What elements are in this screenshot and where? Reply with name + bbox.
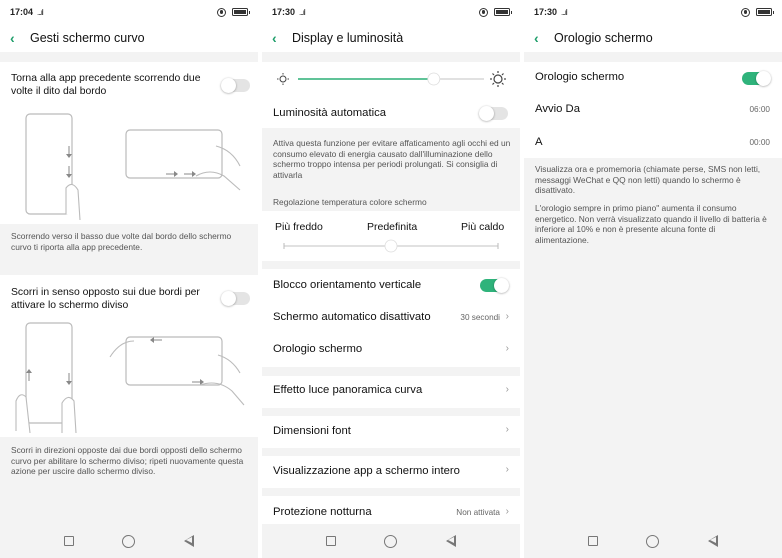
chevron-right-icon: › — [505, 311, 509, 322]
gesture-split-label: Scorri in senso opposto sui due bordi pe… — [11, 287, 200, 311]
auto-screen-off-row[interactable]: Schermo automatico disattivato 30 second… — [262, 303, 520, 335]
battery-icon — [232, 8, 250, 16]
status-bar: 17:30 ...ıl — [524, 0, 782, 24]
app-header: ‹ Orologio schermo — [524, 24, 782, 52]
battery-icon — [756, 8, 774, 16]
circle-icon[interactable] — [122, 534, 136, 548]
start-time-label: Avvio Da — [535, 103, 580, 115]
status-time: 17:30 — [534, 7, 558, 17]
chevron-left-icon[interactable]: ‹ — [272, 30, 290, 46]
row-value: Non attivata — [456, 508, 500, 517]
page-title: Gesti schermo curvo — [30, 31, 145, 45]
signal-icon: ...ıl — [299, 7, 306, 17]
start-time-row[interactable]: Avvio Da 06:00 — [524, 95, 782, 127]
triangle-back-icon[interactable] — [183, 535, 194, 547]
app-header: ‹ Gesti schermo curvo — [0, 24, 258, 52]
chevron-right-icon: › — [505, 343, 509, 354]
gesture-back-description: Scorrendo verso il basso due volte dal b… — [11, 231, 232, 252]
triangle-back-icon[interactable] — [445, 535, 456, 547]
triangle-back-icon[interactable] — [707, 535, 718, 547]
chevron-left-icon[interactable]: ‹ — [10, 30, 28, 46]
square-icon[interactable] — [64, 536, 75, 546]
gesture-back-label: Torna alla app precedente scorrendo due … — [11, 73, 201, 97]
app-header: ‹ Display e luminosità — [262, 24, 520, 52]
night-protection-row[interactable]: Protezione notturna Non attivata › — [262, 496, 520, 524]
page-title: Display e luminosità — [292, 31, 404, 45]
gesture-split-illustration — [15, 322, 245, 434]
chevron-right-icon: › — [505, 424, 509, 435]
gesture-back-toggle[interactable] — [221, 78, 250, 93]
record-icon — [479, 7, 488, 17]
auto-brightness-toggle[interactable] — [479, 106, 508, 121]
circle-icon[interactable] — [646, 534, 660, 548]
end-time-row[interactable]: A 00:00 — [524, 127, 782, 159]
curved-light-row[interactable]: Effetto luce panoramica curva › — [262, 376, 520, 408]
gesture-split-toggle[interactable] — [221, 291, 250, 306]
color-temp-warm: Più caldo — [461, 221, 505, 233]
color-temp-slider[interactable] — [262, 236, 520, 256]
orientation-lock-toggle[interactable] — [480, 278, 509, 293]
square-icon[interactable] — [326, 536, 337, 546]
gesture-card-split: Scorri in senso opposto sui due bordi pe… — [0, 275, 258, 437]
brightness-slider[interactable] — [262, 64, 520, 94]
end-time-label: A — [535, 136, 543, 148]
color-temp-section-label: Regolazione temperatura colore schermo — [273, 197, 427, 207]
row-label: Effetto luce panoramica curva — [273, 384, 423, 396]
auto-brightness-description: Attiva questa funzione per evitare affat… — [273, 138, 511, 180]
status-bar: 17:04 ...ıl — [0, 0, 258, 24]
font-size-row[interactable]: Dimensioni font › — [262, 416, 520, 448]
clock-description: Visualizza ora e promemoria (chiamate pe… — [535, 164, 761, 195]
screen-clock-row[interactable]: Orologio schermo › — [262, 335, 520, 367]
fullscreen-apps-row[interactable]: Visualizzazione app a schermo intero › — [262, 456, 520, 488]
color-temp-default: Predefinita — [367, 221, 418, 233]
clock-power-note: L'orologio sempre in primo piano" aument… — [535, 203, 767, 245]
sun-large-icon — [490, 71, 506, 87]
gesture-split-description: Scorri in direzioni opposte dai due bord… — [11, 445, 244, 476]
sun-small-icon — [277, 73, 289, 85]
clock-toggle-label: Orologio schermo — [535, 71, 625, 83]
status-time: 17:04 — [10, 7, 34, 17]
status-time: 17:30 — [272, 7, 296, 17]
nav-bar — [524, 524, 782, 558]
page-title: Orologio schermo — [554, 31, 653, 45]
chevron-right-icon: › — [505, 506, 509, 517]
circle-icon[interactable] — [384, 534, 398, 548]
end-time-value: 00:00 — [749, 138, 771, 147]
color-temp-cold: Più freddo — [275, 221, 323, 233]
row-label: Protezione notturna — [273, 506, 372, 518]
screen-clock: 17:30 ...ıl ‹ Orologio schermo Orologio … — [524, 0, 782, 558]
row-label: Visualizzazione app a schermo intero — [273, 465, 460, 477]
battery-icon — [494, 8, 512, 16]
signal-icon: ...ıl — [561, 7, 568, 17]
row-value: 30 secondi — [460, 313, 500, 322]
clock-settings-card: Orologio schermo Avvio Da 06:00 A 00:00 — [524, 62, 782, 158]
row-label: Orologio schermo — [273, 343, 363, 355]
orientation-group: Blocco orientamento verticale Schermo au… — [262, 269, 520, 367]
square-icon[interactable] — [588, 536, 599, 546]
gesture-back-illustration — [25, 113, 241, 220]
screen-display-brightness: 17:30 ...ıl ‹ Display e luminosità Lumin… — [262, 0, 520, 558]
row-label: Schermo automatico disattivato — [273, 311, 431, 323]
gesture-card-back: Torna alla app precedente scorrendo due … — [0, 62, 258, 224]
nav-bar — [0, 524, 258, 558]
screen-curved-gestures: 17:04 ...ıl ‹ Gesti schermo curvo Torna … — [0, 0, 258, 558]
chevron-left-icon[interactable]: ‹ — [534, 30, 552, 46]
signal-icon: ...ıl — [37, 7, 44, 17]
color-temp-card: Più freddo Predefinita Più caldo — [262, 211, 520, 261]
chevron-right-icon: › — [505, 384, 509, 395]
record-icon — [217, 7, 226, 17]
auto-brightness-label: Luminosità automatica — [273, 107, 387, 119]
record-icon — [741, 7, 750, 17]
row-label: Blocco orientamento verticale — [273, 279, 422, 291]
brightness-card: Luminosità automatica — [262, 62, 520, 128]
row-label: Dimensioni font — [273, 425, 351, 437]
chevron-right-icon: › — [505, 464, 509, 475]
nav-bar — [262, 524, 520, 558]
clock-toggle[interactable] — [742, 71, 771, 86]
start-time-value: 06:00 — [749, 105, 771, 114]
status-bar: 17:30 ...ıl — [262, 0, 520, 24]
